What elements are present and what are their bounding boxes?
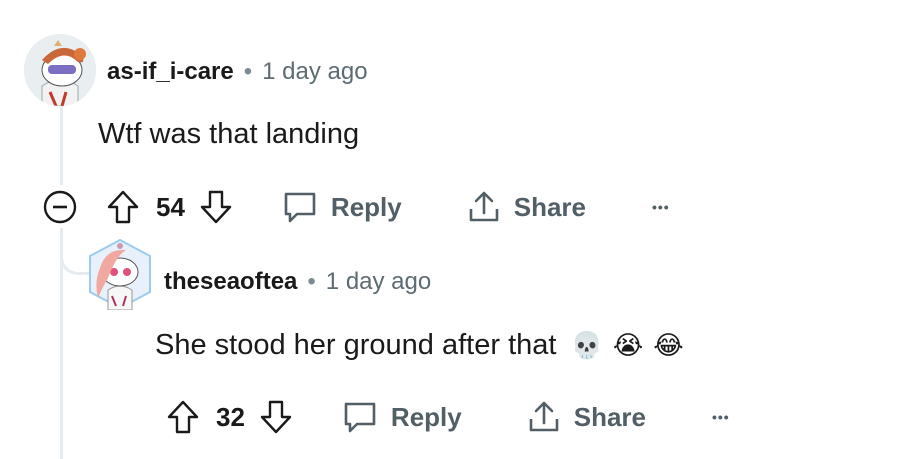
upvote-button[interactable]: [166, 399, 200, 435]
more-options-icon: •••: [712, 409, 730, 425]
more-options-icon: •••: [652, 199, 670, 215]
upvote-button[interactable]: [106, 189, 140, 225]
share-label: Share: [513, 191, 586, 222]
collapse-button[interactable]: [40, 187, 80, 227]
snoo-avatar-icon: [24, 34, 96, 106]
reply-button[interactable]: Reply: [281, 189, 402, 225]
more-options-button[interactable]: •••: [712, 409, 730, 425]
snoo-avatar-icon: [89, 238, 151, 310]
meta-separator: •: [307, 268, 316, 295]
laughing-tears-emoji-icon: 😂: [653, 330, 684, 360]
reply-label: Reply: [390, 401, 462, 432]
share-button[interactable]: Share: [526, 399, 646, 435]
reply-actions: 32 Reply Share •••: [166, 397, 730, 437]
reply-avatar[interactable]: [86, 238, 154, 310]
skull-emoji-icon: 💀: [570, 330, 603, 360]
upvote-arrow-icon: [107, 190, 139, 224]
comment-body: Wtf was that landing: [98, 118, 360, 150]
downvote-arrow-icon: [260, 400, 292, 434]
share-icon: [529, 401, 559, 432]
username[interactable]: as-if_i-care: [107, 58, 234, 86]
share-label: Share: [573, 401, 646, 432]
reply-button[interactable]: Reply: [341, 399, 462, 435]
more-options-button[interactable]: •••: [652, 199, 670, 215]
downvote-button[interactable]: [199, 189, 233, 225]
share-button[interactable]: Share: [466, 189, 586, 225]
comment-bubble-icon: [284, 192, 316, 223]
timestamp[interactable]: 1 day ago: [326, 268, 431, 296]
downvote-button[interactable]: [259, 399, 293, 435]
collapse-icon: [43, 190, 77, 224]
username[interactable]: theseaoftea: [164, 268, 297, 296]
comment-actions: 54 Reply Share •••: [40, 187, 670, 227]
comment-meta: as-if_i-care • 1 day ago: [107, 56, 368, 88]
share-icon: [469, 191, 499, 222]
reply-meta: theseaoftea • 1 day ago: [164, 266, 431, 298]
vote-count: 54: [156, 191, 185, 222]
crying-face-emoji-icon: 😭: [612, 330, 644, 360]
timestamp[interactable]: 1 day ago: [262, 58, 367, 86]
thread-line-main: [60, 105, 63, 185]
reply-body: She stood her ground after that 💀 😭 😂: [155, 329, 684, 362]
comment-bubble-icon: [344, 402, 376, 433]
meta-separator: •: [243, 58, 253, 85]
reply-body-text: She stood her ground after that: [155, 329, 557, 361]
upvote-arrow-icon: [167, 400, 199, 434]
reply-label: Reply: [330, 191, 402, 222]
avatar[interactable]: [24, 34, 96, 106]
vote-count: 32: [216, 401, 245, 432]
downvote-arrow-icon: [200, 190, 232, 224]
